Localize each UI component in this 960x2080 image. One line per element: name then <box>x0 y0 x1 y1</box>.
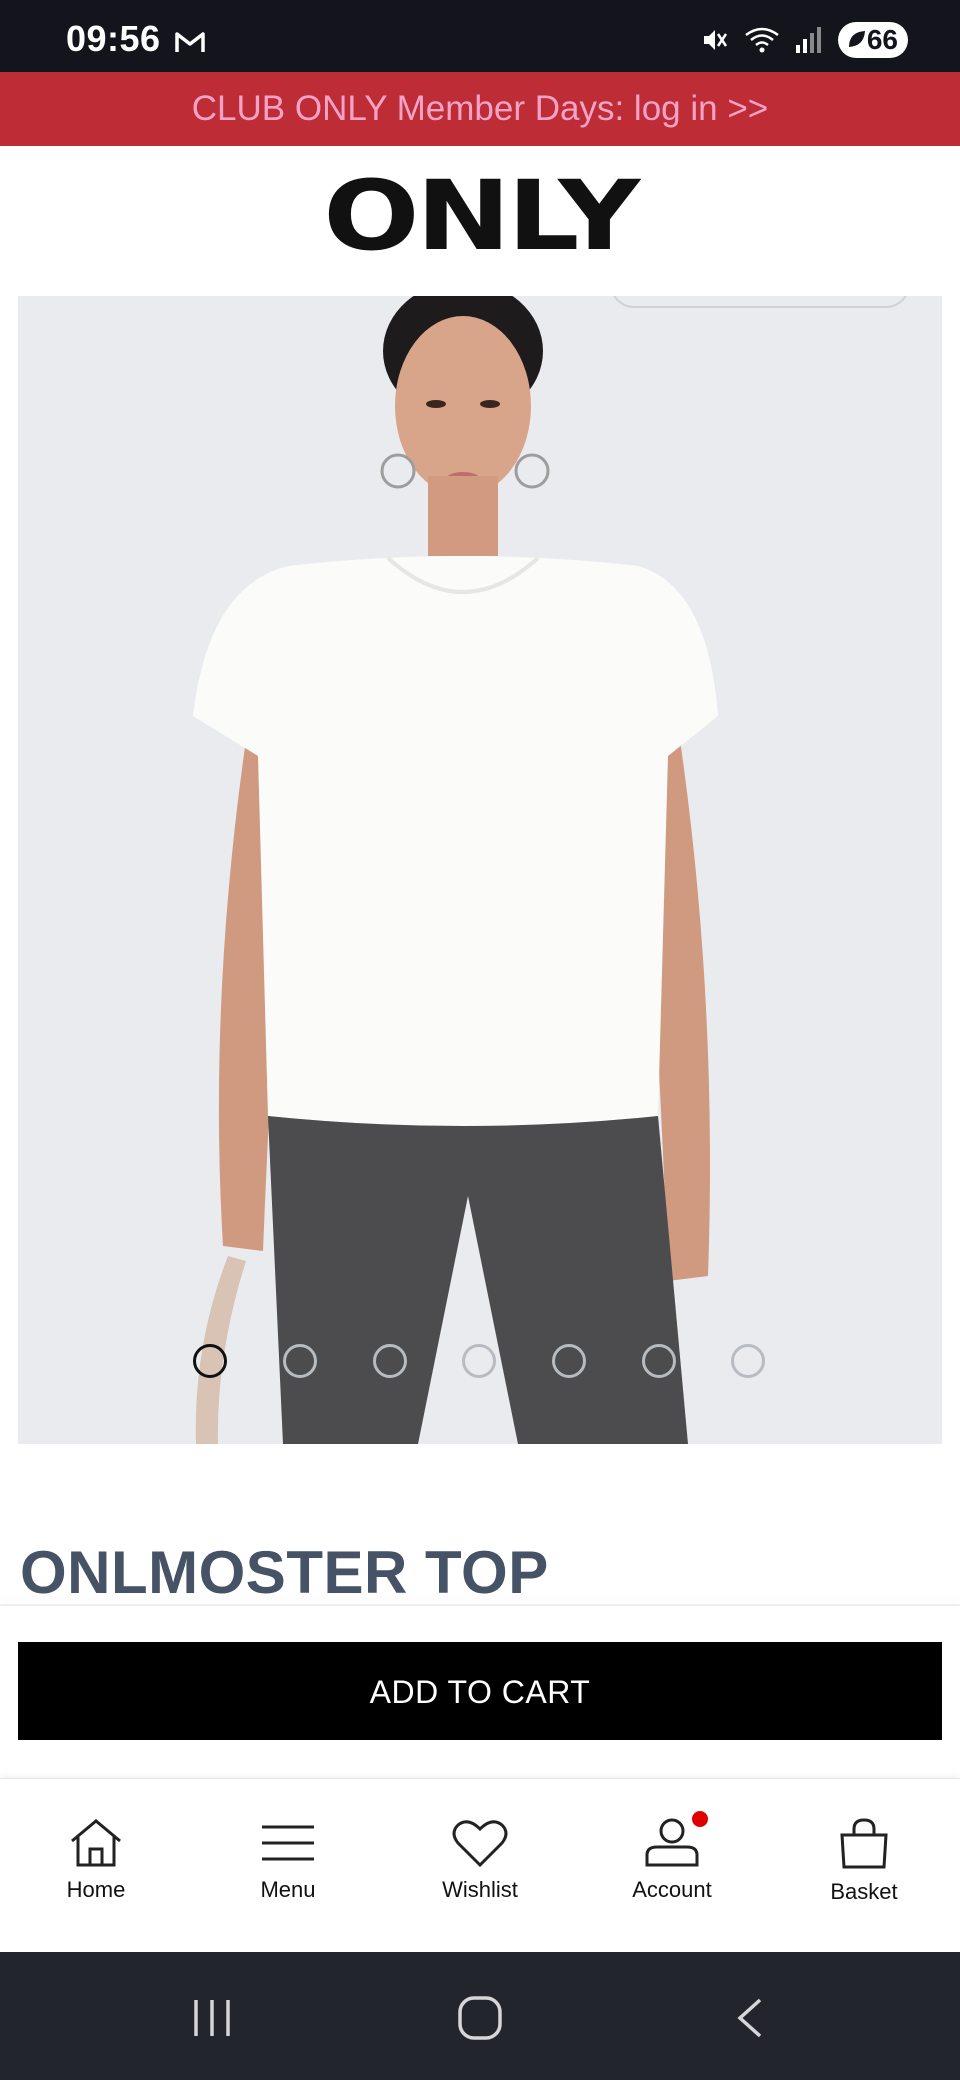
nav-wishlist[interactable]: Wishlist <box>410 1817 550 1903</box>
status-bar: 09:56 66 <box>0 0 960 72</box>
promo-text[interactable]: CLUB ONLY Member Days: log in >> <box>192 89 768 128</box>
add-to-cart-button[interactable]: ADD TO CART <box>18 1642 942 1740</box>
divider <box>0 1604 960 1606</box>
status-time: 09:56 <box>66 18 161 59</box>
bottom-nav: Home Menu Wishlist Account Basket <box>0 1778 960 1953</box>
android-nav-bar <box>0 1952 960 2080</box>
nav-account[interactable]: Account <box>602 1811 742 1903</box>
product-title: ONLMOSTER TOP <box>20 1539 549 1606</box>
menu-icon <box>262 1825 314 1861</box>
brand-logo[interactable]: ONLY <box>0 160 960 272</box>
image-overlay-pill[interactable] <box>610 296 910 308</box>
battery-level: 66 <box>866 24 898 55</box>
carousel-dot-7[interactable] <box>731 1344 765 1378</box>
signal-icon <box>796 27 821 53</box>
heart-icon <box>452 1820 508 1868</box>
nav-account-label: Account <box>632 1877 712 1902</box>
nav-basket[interactable]: Basket <box>794 1817 934 1905</box>
carousel-dot-1[interactable] <box>193 1344 227 1378</box>
nav-menu-label: Menu <box>260 1877 316 1902</box>
home-icon <box>71 1819 121 1867</box>
mute-icon <box>704 30 728 50</box>
nav-basket-label: Basket <box>830 1879 898 1904</box>
wifi-icon <box>745 27 779 53</box>
nav-wishlist-label: Wishlist <box>442 1877 518 1902</box>
bag-icon <box>840 1818 888 1869</box>
model-illustration <box>193 296 718 1444</box>
recent-apps-icon[interactable] <box>190 1996 234 2040</box>
gmail-icon <box>175 32 205 52</box>
status-icons: 66 <box>700 22 908 58</box>
carousel-dot-2[interactable] <box>283 1344 317 1378</box>
account-notification-dot <box>692 1811 708 1827</box>
carousel-dot-4[interactable] <box>462 1344 496 1378</box>
carousel-dot-3[interactable] <box>373 1344 407 1378</box>
product-image[interactable] <box>18 296 942 1444</box>
home-circle-icon[interactable] <box>456 1994 504 2042</box>
battery-saver-icon <box>849 31 865 47</box>
promo-banner[interactable]: CLUB ONLY Member Days: log in >> <box>0 72 960 146</box>
carousel-dot-6[interactable] <box>642 1344 676 1378</box>
account-icon <box>645 1818 699 1867</box>
nav-home-label: Home <box>66 1877 126 1902</box>
nav-menu[interactable]: Menu <box>218 1817 358 1903</box>
battery-indicator: 66 <box>838 22 908 58</box>
carousel-dot-5[interactable] <box>552 1344 586 1378</box>
nav-home[interactable]: Home <box>26 1817 166 1903</box>
back-icon[interactable] <box>732 1996 768 2040</box>
